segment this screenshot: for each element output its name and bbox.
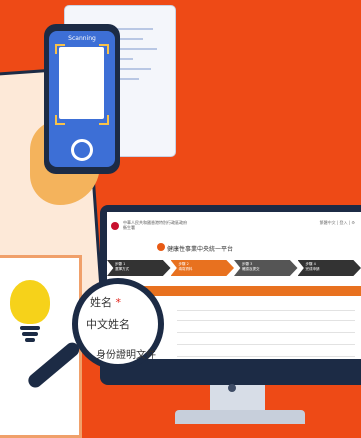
camera-shutter-icon[interactable] <box>71 139 93 161</box>
form-row[interactable] <box>177 304 355 311</box>
form-row[interactable] <box>177 326 355 333</box>
lens-field-id-document: 身份證明文件 <box>96 350 156 361</box>
form-row[interactable] <box>177 314 355 321</box>
site-header-line2: 衞生署 <box>123 225 135 230</box>
lens-field-chinese-name: 中文姓名 <box>86 318 130 331</box>
step-4: 步驟 4 完成申請 <box>297 260 361 276</box>
portal-title: 健康性事業中央統一平台 <box>167 246 234 253</box>
lightbulb-icon <box>10 280 50 324</box>
scanned-document <box>59 47 104 119</box>
portal-logo-icon <box>157 243 165 251</box>
form-row[interactable] <box>177 338 355 345</box>
scan-label: Scanning <box>68 35 96 42</box>
progress-steps: 步驟 1 選擇方式 步驟 2 填寫資料 步驟 3 確認及提交 步驟 4 完成申請 <box>107 260 361 276</box>
form-row[interactable] <box>177 350 355 357</box>
step-3: 步驟 3 確認及提交 <box>234 260 298 276</box>
lens-field-name: 姓名 * <box>90 296 121 309</box>
phone-screen: Scanning <box>49 31 115 167</box>
magnifier-icon: 姓名 * 中文姓名 身份證明文件 <box>72 278 164 370</box>
power-button-icon <box>228 384 236 392</box>
hk-crest-icon <box>111 222 119 230</box>
step-2: 步驟 2 填寫資料 <box>170 260 234 276</box>
top-right-links[interactable]: 繁體中文 | 登入 | ⚙ <box>320 220 355 226</box>
phone-illustration: Scanning <box>44 24 120 174</box>
monitor-base <box>175 410 305 424</box>
step-1: 步驟 1 選擇方式 <box>107 260 171 276</box>
